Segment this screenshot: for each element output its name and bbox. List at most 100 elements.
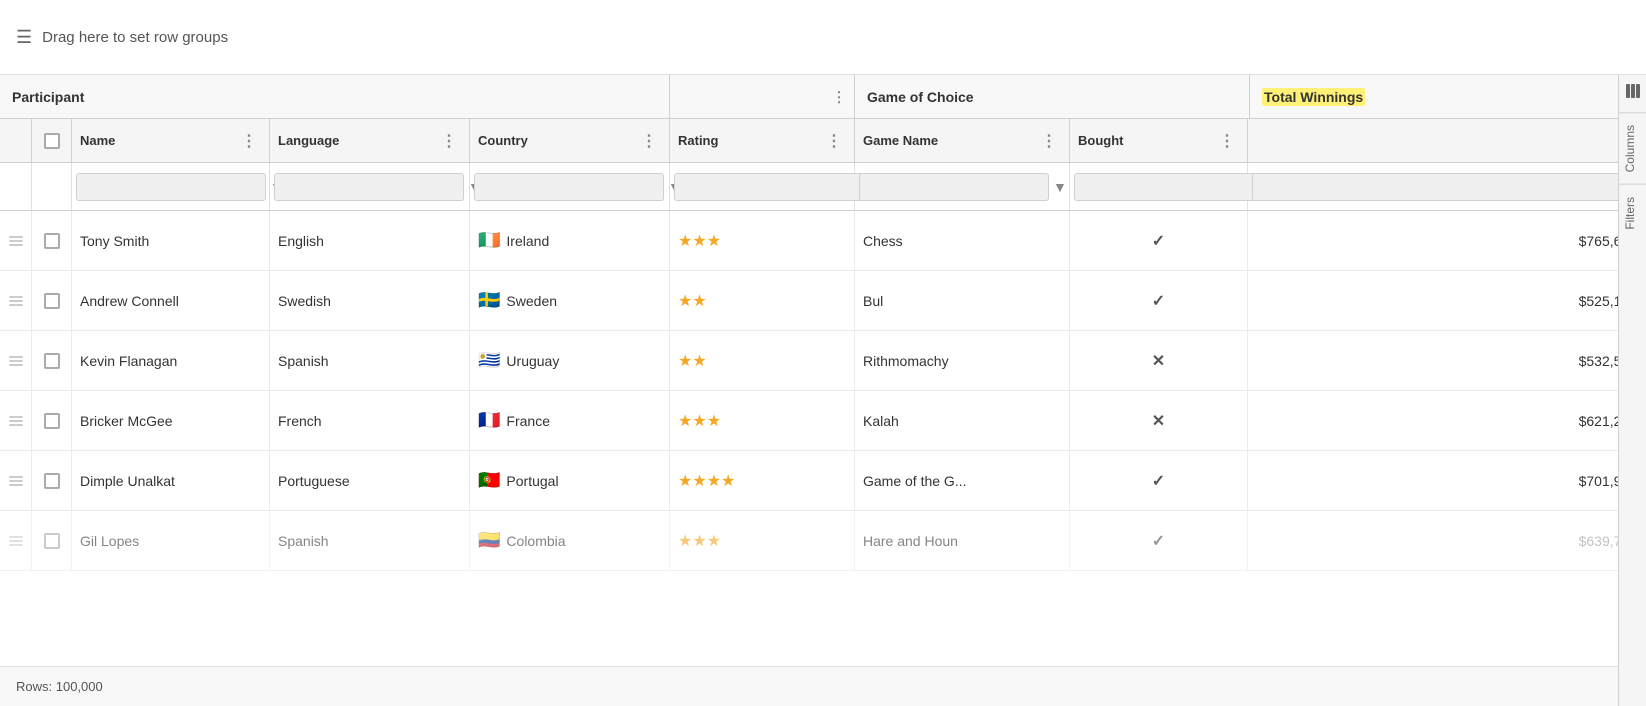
row-language-cell: English [270, 211, 470, 270]
table-row: Bricker McGee French 🇫🇷 France ★★★ Kalah… [0, 391, 1646, 451]
table-row: Kevin Flanagan Spanish 🇺🇾 Uruguay ★★ Rit… [0, 331, 1646, 391]
rating-group-menu[interactable]: ⋮ [832, 88, 846, 105]
drag-handle-cell[interactable] [0, 511, 32, 570]
drag-handle-icon [9, 536, 23, 546]
right-panel: Columns Filters [1618, 75, 1646, 706]
col-group-participant-label: Participant [12, 89, 84, 105]
filter-input-country[interactable] [474, 173, 664, 201]
row-country-cell: 🇨🇴 Colombia [470, 511, 670, 570]
star-icon: ★ [692, 471, 706, 491]
row-gamename: Bul [863, 293, 883, 309]
star-icon: ★ [707, 471, 721, 491]
table-row: Andrew Connell Swedish 🇸🇪 Sweden ★★ Bul … [0, 271, 1646, 331]
row-checkbox-cell[interactable] [32, 511, 72, 570]
filters-panel-tab[interactable]: Filters [1619, 184, 1646, 242]
row-winnings-cell: $765,658 [1248, 211, 1646, 270]
col-menu-rating-icon[interactable]: ⋮ [822, 127, 846, 155]
filter-input-winnings[interactable] [1252, 173, 1623, 201]
col-group-winnings-label: Total Winnings [1262, 88, 1365, 106]
row-checkbox[interactable] [44, 473, 60, 489]
row-checkbox[interactable] [44, 353, 60, 369]
col-header-checkbox[interactable] [32, 119, 72, 162]
row-bought-cell: ✕ [1070, 391, 1248, 450]
row-name: Tony Smith [80, 233, 149, 249]
row-checkbox-cell[interactable] [32, 331, 72, 390]
col-header-language-label: Language [278, 133, 437, 148]
row-rating-cell: ★★★ [670, 511, 855, 570]
col-group-winnings: Total Winnings [1250, 75, 1646, 118]
row-checkbox-cell[interactable] [32, 451, 72, 510]
row-checkbox[interactable] [44, 233, 60, 249]
row-country: Portugal [506, 473, 558, 489]
star-icon: ★ [707, 531, 721, 551]
status-bar: Rows: 100,000 [0, 666, 1646, 706]
drag-handle-cell[interactable] [0, 271, 32, 330]
columns-panel-tab[interactable]: Columns [1619, 112, 1646, 184]
row-country: France [506, 413, 550, 429]
row-checkbox-cell[interactable] [32, 271, 72, 330]
row-country-flag: 🇸🇪 [478, 290, 500, 311]
row-checkbox[interactable] [44, 413, 60, 429]
row-checkbox[interactable] [44, 533, 60, 549]
col-group-game: Game of Choice [855, 75, 1250, 118]
row-checkbox[interactable] [44, 293, 60, 309]
row-language: Spanish [278, 353, 329, 369]
col-menu-gamename-icon[interactable]: ⋮ [1037, 127, 1061, 155]
filter-input-rating[interactable] [674, 173, 864, 201]
drag-handle-cell[interactable] [0, 211, 32, 270]
row-name: Gil Lopes [80, 533, 139, 549]
columns-panel-icon[interactable] [1621, 75, 1645, 112]
row-rating-cell: ★★★ [670, 391, 855, 450]
row-country-flag: 🇺🇾 [478, 350, 500, 371]
row-country-flag: 🇵🇹 [478, 470, 500, 491]
row-language: English [278, 233, 324, 249]
row-language: Portuguese [278, 473, 350, 489]
row-checkbox-cell[interactable] [32, 391, 72, 450]
col-group-game-label: Game of Choice [867, 89, 974, 105]
drag-handle-icon [9, 296, 23, 306]
filter-cell-gamename: ▼ [855, 163, 1070, 210]
filter-icon-gamename[interactable]: ▼ [1053, 179, 1067, 195]
row-winnings-cell: $701,929 [1248, 451, 1646, 510]
star-icon: ★ [678, 351, 692, 371]
drag-handle-icon [9, 356, 23, 366]
filter-input-name[interactable] [76, 173, 266, 201]
row-language-cell: French [270, 391, 470, 450]
row-rating-cell: ★★★★ [670, 451, 855, 510]
row-winnings-cell: $621,220 [1248, 391, 1646, 450]
filter-input-bought[interactable] [1074, 173, 1264, 201]
drag-handle-icon [9, 416, 23, 426]
col-menu-country-icon[interactable]: ⋮ [637, 127, 661, 155]
row-bought-cell: ✓ [1070, 211, 1248, 270]
row-language-cell: Spanish [270, 511, 470, 570]
col-header-rating-label: Rating [678, 133, 822, 148]
header-checkbox[interactable] [44, 133, 60, 149]
col-menu-name-icon[interactable]: ⋮ [237, 127, 261, 155]
star-icon: ★ [692, 351, 706, 371]
row-gamename-cell: Hare and Houn [855, 511, 1070, 570]
drag-handle-cell[interactable] [0, 451, 32, 510]
row-gamename: Rithmomachy [863, 353, 949, 369]
col-menu-language-icon[interactable]: ⋮ [437, 127, 461, 155]
col-header-bought-label: Bought [1078, 133, 1215, 148]
row-checkbox-cell[interactable] [32, 211, 72, 270]
filter-input-language[interactable] [274, 173, 464, 201]
filter-input-gamename[interactable] [859, 173, 1049, 201]
star-icon: ★ [692, 291, 706, 311]
col-header-country: Country ⋮ [470, 119, 670, 162]
drag-handle-icon [9, 476, 23, 486]
bought-cross-icon: ✕ [1152, 351, 1165, 371]
row-language-cell: Swedish [270, 271, 470, 330]
row-gamename-cell: Chess [855, 211, 1070, 270]
row-name-cell: Tony Smith [72, 211, 270, 270]
drag-handle-cell[interactable] [0, 331, 32, 390]
row-gamename: Chess [863, 233, 903, 249]
drag-handle-cell[interactable] [0, 391, 32, 450]
column-groups-row: Participant ⋮ Game of Choice Total Winni… [0, 75, 1646, 119]
row-language: French [278, 413, 322, 429]
col-menu-bought-icon[interactable]: ⋮ [1215, 127, 1239, 155]
star-icon: ★ [678, 411, 692, 431]
row-winnings-cell: $525,196 [1248, 271, 1646, 330]
star-icon: ★ [678, 471, 692, 491]
row-winnings-cell: $532,507 [1248, 331, 1646, 390]
